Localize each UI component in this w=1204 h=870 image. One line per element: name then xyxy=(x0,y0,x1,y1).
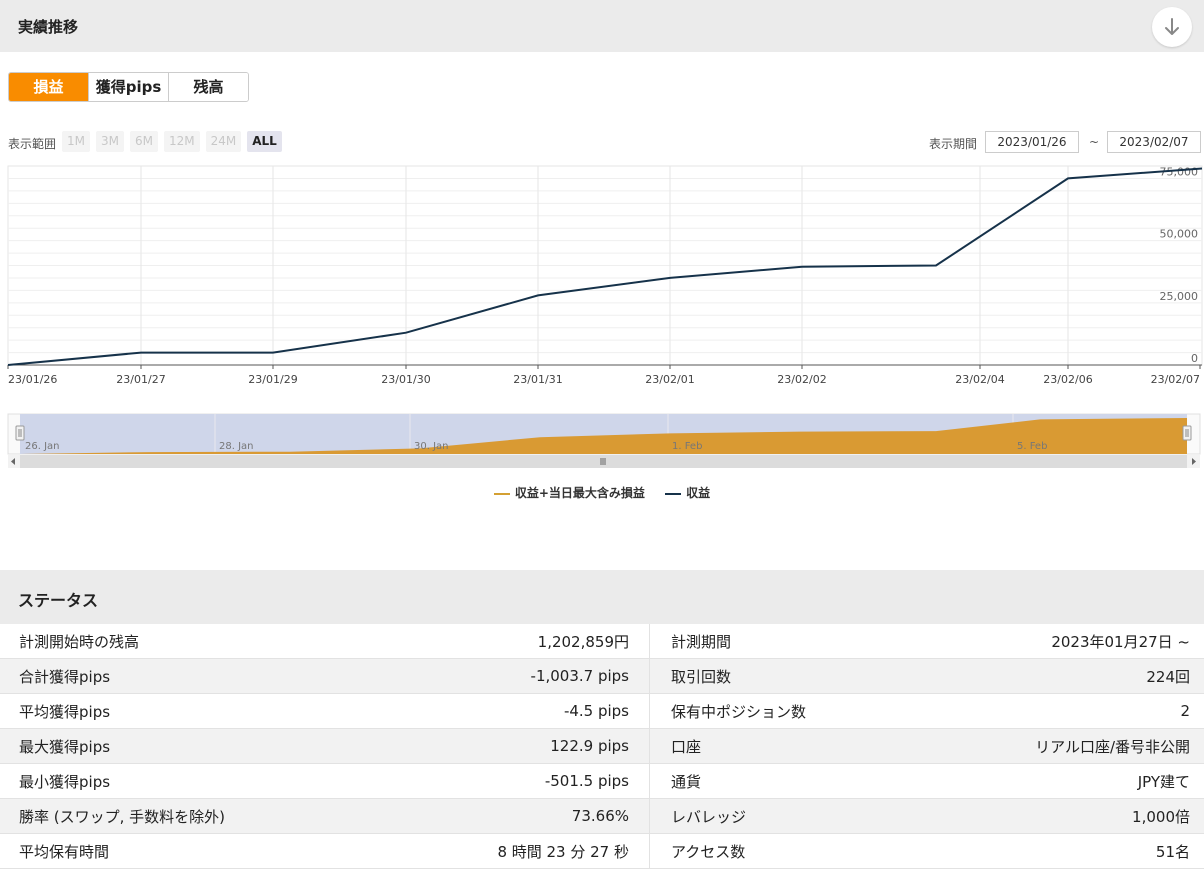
table-row: 最大獲得pips 122.9 pips 口座 リアル口座/番号非公開 xyxy=(0,728,1204,764)
status-value: 51名 xyxy=(971,833,1204,869)
period-from-input[interactable]: 2023/01/26 xyxy=(985,131,1079,153)
arrow-down-icon xyxy=(1165,18,1179,35)
chart-legend: 収益+当日最大含み損益 収益 xyxy=(0,484,1204,501)
x-tick-label: 23/02/02 xyxy=(777,373,826,386)
download-button[interactable] xyxy=(1152,7,1192,47)
status-label: 平均獲得pips xyxy=(0,693,479,729)
table-row: 最小獲得pips -501.5 pips 通貨 JPY建て xyxy=(0,763,1204,799)
table-row: 平均保有時間 8 時間 23 分 27 秒アクセス数 51名 xyxy=(0,833,1204,869)
status-header: ステータス xyxy=(0,570,1204,624)
range-1m-button[interactable]: 1M xyxy=(62,131,90,152)
status-label: 通貨 xyxy=(649,763,971,799)
tab-pips[interactable]: 獲得pips xyxy=(89,73,169,101)
status-label: 最大獲得pips xyxy=(0,728,479,764)
status-label: 合計獲得pips xyxy=(0,658,479,694)
navigator-label: 1. Feb xyxy=(672,441,702,452)
legend-swatch-gold xyxy=(493,492,510,495)
status-value: JPY建て xyxy=(971,763,1204,799)
status-value: 224回 xyxy=(971,658,1204,694)
legend-item-max-unrealized[interactable]: 収益+当日最大含み損益 xyxy=(493,484,645,501)
status-label: アクセス数 xyxy=(649,833,971,869)
y-tick-label: 25,000 xyxy=(1160,290,1199,303)
x-tick-label: 23/01/29 xyxy=(248,373,297,386)
x-tick-label: 23/01/30 xyxy=(381,373,430,386)
x-tick-label: 23/01/31 xyxy=(513,373,562,386)
status-value: 122.9 pips xyxy=(479,728,650,764)
range-buttons: 1M 3M 6M 12M 24M ALL xyxy=(62,131,282,152)
performance-title: 実績推移 xyxy=(18,18,79,36)
status-label: 計測開始時の残高 xyxy=(0,624,479,659)
table-row: 合計獲得pips -1,003.7 pips 取引回数 224回 xyxy=(0,658,1204,694)
y-tick-label: 0 xyxy=(1191,352,1198,365)
legend-swatch-navy xyxy=(665,492,682,495)
profit-chart: 025,00050,00075,000 23/01/26 23/01/27 23/0… xyxy=(7,165,1203,386)
period-label: 表示期間 xyxy=(929,137,978,151)
x-tick-label: 23/02/06 xyxy=(1043,373,1092,386)
x-tick-label: 23/02/07 xyxy=(1151,373,1200,386)
range-6m-button[interactable]: 6M xyxy=(130,131,158,152)
performance-header: 実績推移 xyxy=(0,0,1204,52)
status-value: 2 xyxy=(971,693,1204,729)
range-label: 表示範囲 xyxy=(8,137,57,151)
range-24m-button[interactable]: 24M xyxy=(205,131,242,152)
x-tick-label: 23/01/26 xyxy=(8,373,57,386)
status-label: 平均保有時間 xyxy=(0,833,479,869)
chart-tabs: 損益 獲得pips 残高 xyxy=(8,72,249,102)
tab-balance[interactable]: 残高 xyxy=(169,73,248,101)
status-value: 1,000倍 xyxy=(971,798,1204,834)
status-value: 8 時間 23 分 27 秒 xyxy=(479,833,650,869)
status-label: 計測期間 xyxy=(649,624,971,659)
table-row: 計測開始時の残高 1,202,859円 計測期間 2023年01月27日 ~ xyxy=(0,624,1204,659)
status-value: -501.5 pips xyxy=(479,763,650,799)
period-to-input[interactable]: 2023/02/07 xyxy=(1107,131,1201,153)
legend-item-profit[interactable]: 収益 xyxy=(665,484,710,501)
navigator-label: 30. Jan xyxy=(414,441,449,452)
status-label: 取引回数 xyxy=(649,658,971,694)
status-label: レバレッジ xyxy=(649,798,971,834)
y-tick-label: 50,000 xyxy=(1160,228,1199,241)
status-label: 勝率 (スワップ, 手数料を除外) xyxy=(0,798,479,834)
navigator-handle-right[interactable] xyxy=(1182,425,1192,441)
status-title: ステータス xyxy=(18,591,99,610)
status-value: 1,202,859円 xyxy=(479,624,650,659)
table-row: 勝率 (スワップ, 手数料を除外) 73.66% レバレッジ 1,000倍 xyxy=(0,798,1204,834)
navigator-label: 28. Jan xyxy=(219,441,254,452)
table-row: 平均獲得pips -4.5 pips 保有中ポジション数 2 xyxy=(0,693,1204,729)
tab-profit[interactable]: 損益 xyxy=(9,73,89,101)
navigator-handle-left[interactable] xyxy=(15,425,25,441)
status-value: -1,003.7 pips xyxy=(479,658,650,694)
status-label: 口座 xyxy=(649,728,971,764)
status-value: 2023年01月27日 ~ xyxy=(971,624,1204,659)
status-table: 計測開始時の残高 1,202,859円 計測期間 2023年01月27日 ~ 合計獲得p… xyxy=(0,624,1204,869)
range-12m-button[interactable]: 12M xyxy=(164,131,200,152)
status-label: 最小獲得pips xyxy=(0,763,479,799)
x-tick-label: 23/02/04 xyxy=(955,373,1004,386)
status-value: -4.5 pips xyxy=(479,693,650,729)
status-value: リアル口座/番号非公開 xyxy=(971,728,1204,764)
navigator-label: 26. Jan xyxy=(25,441,60,452)
navigator-label: 5. Feb xyxy=(1017,441,1047,452)
status-label: 保有中ポジション数 xyxy=(649,693,971,729)
x-tick-label: 23/01/27 xyxy=(116,373,165,386)
range-3m-button[interactable]: 3M xyxy=(96,131,124,152)
status-value: 73.66% xyxy=(479,798,650,834)
x-tick-label: 23/02/01 xyxy=(645,373,694,386)
navigator[interactable]: 26. Jan 28. Jan 30. Jan 1. Feb 5. Feb xyxy=(0,412,1204,470)
period-separator: ~ xyxy=(1089,135,1100,149)
legend-label-max-unrealized: 収益+当日最大含み損益 xyxy=(514,486,645,500)
legend-label-profit: 収益 xyxy=(686,486,711,500)
range-all-button[interactable]: ALL xyxy=(247,131,282,152)
